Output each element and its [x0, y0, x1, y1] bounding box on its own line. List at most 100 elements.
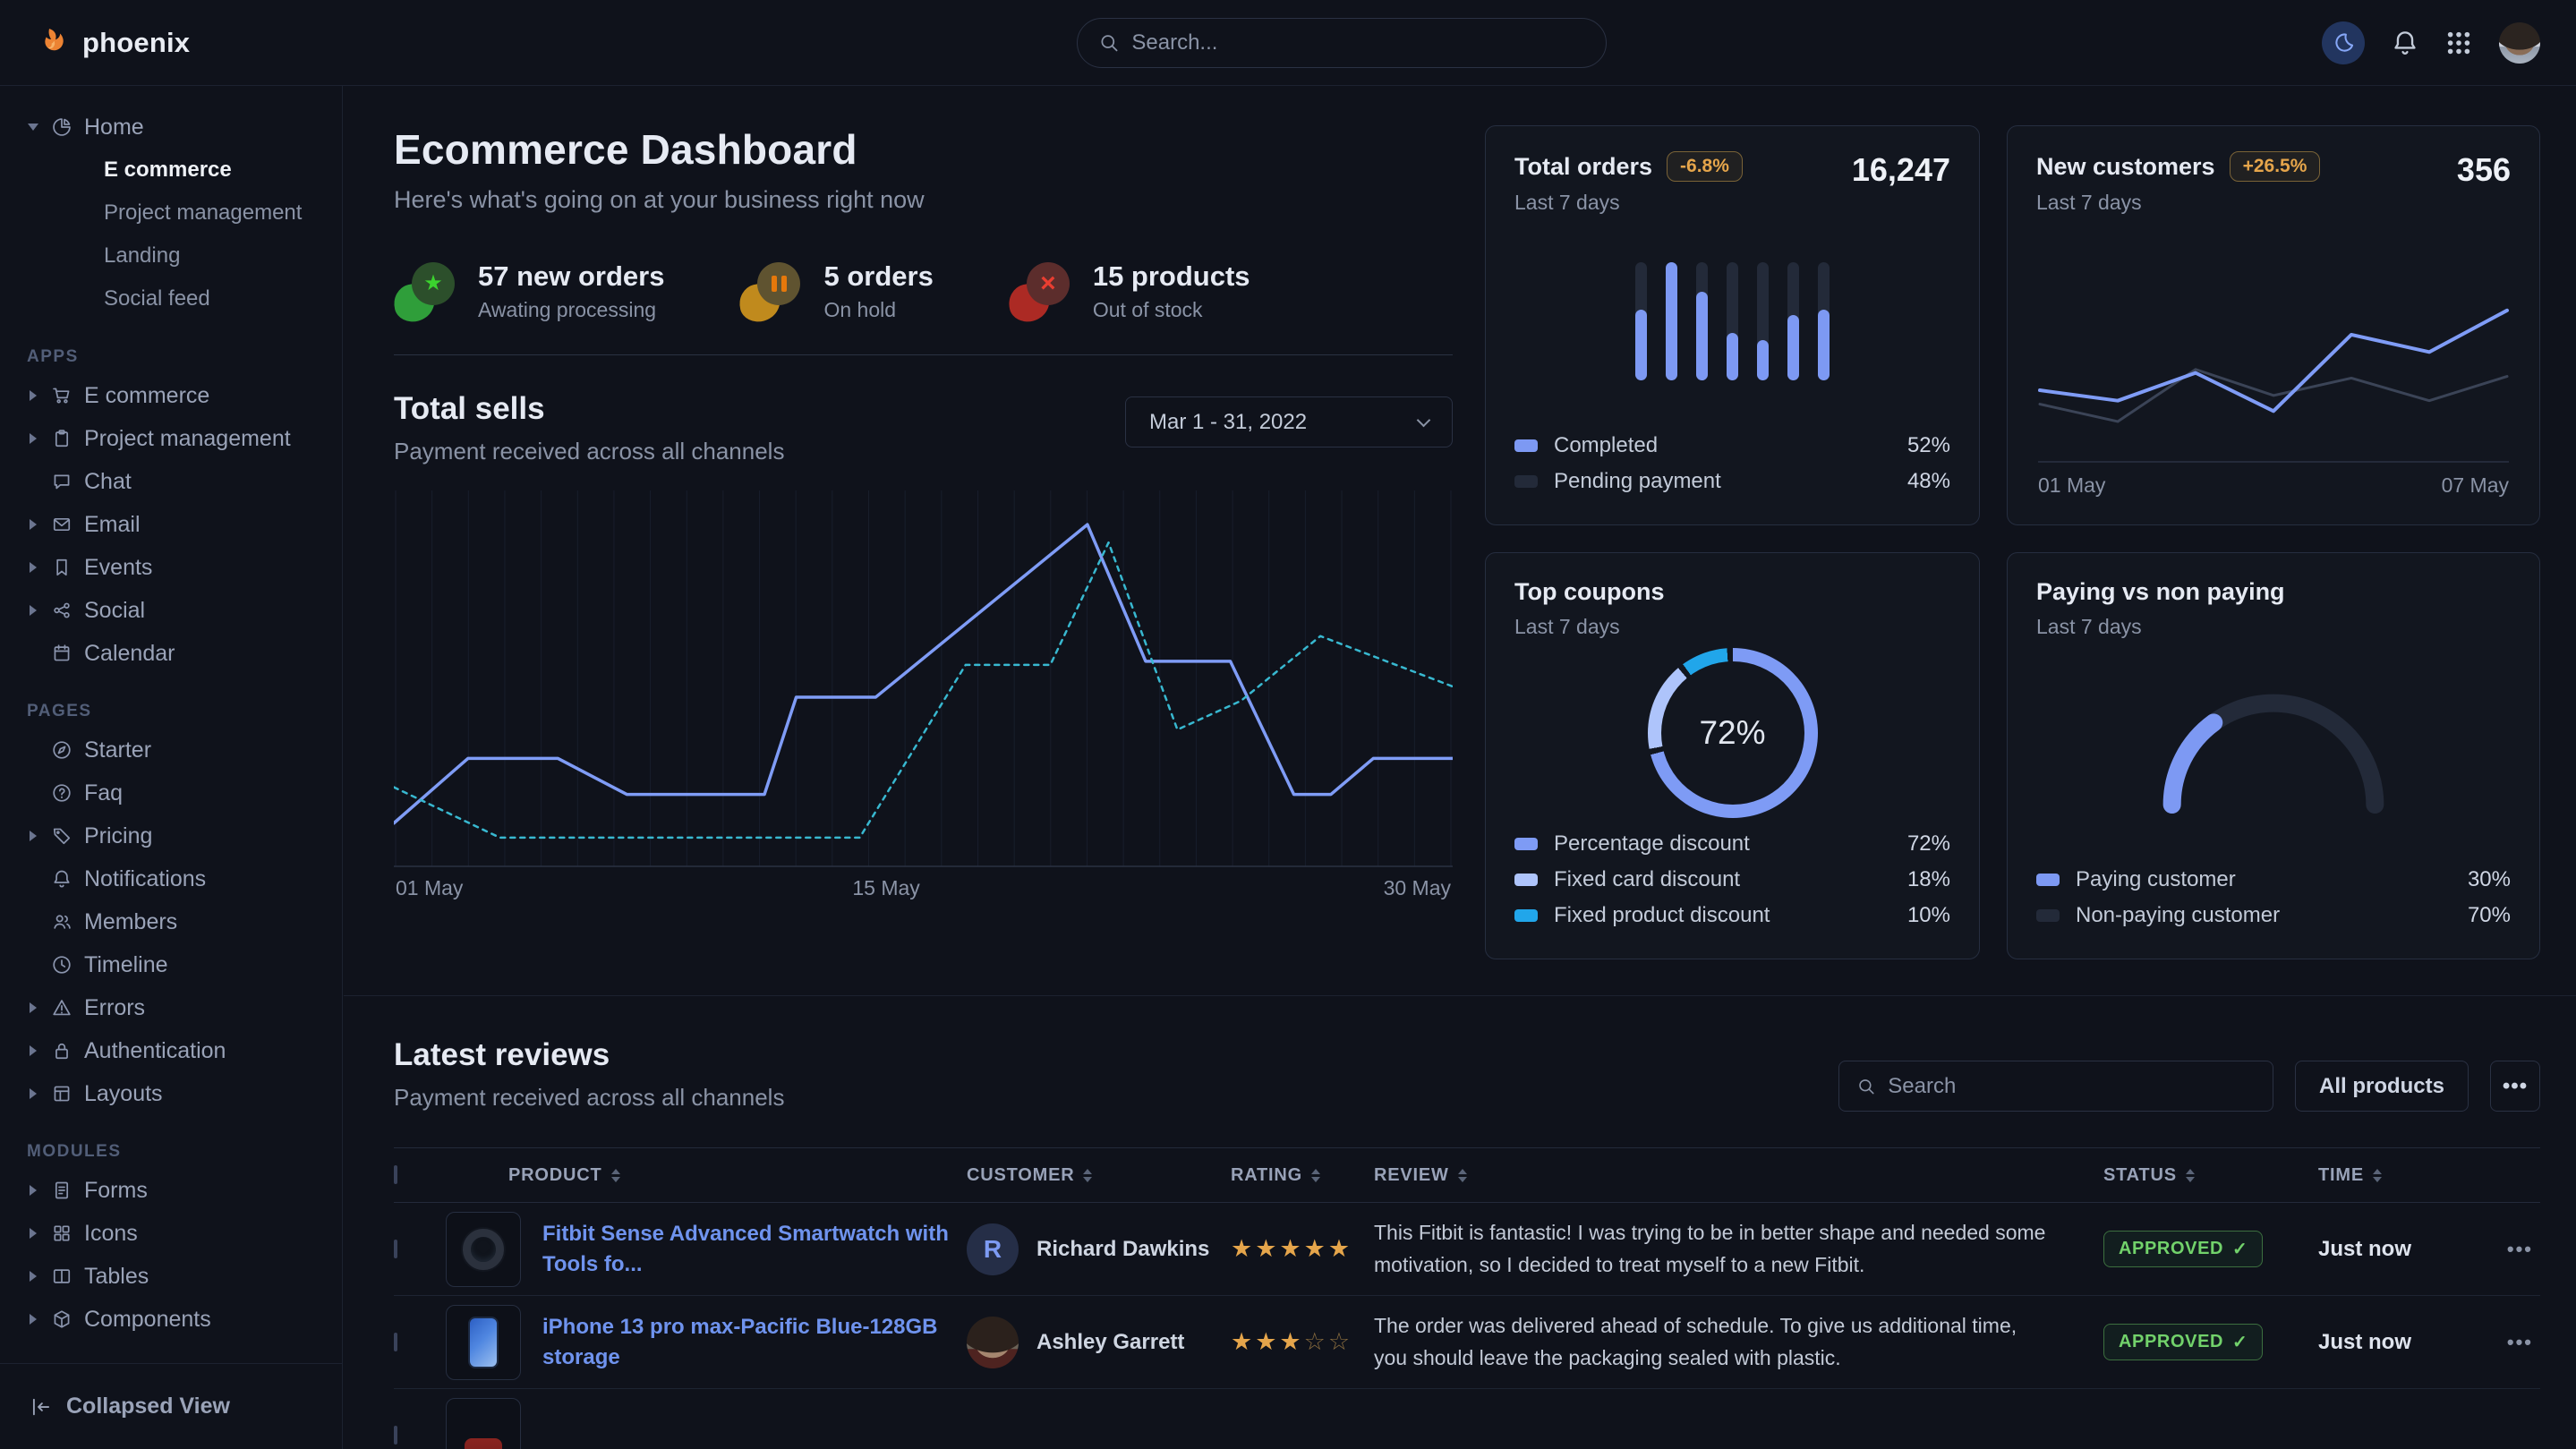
sidebar-item-project-management[interactable]: Project management [0, 417, 342, 460]
apps-grid-button[interactable] [2445, 30, 2472, 56]
product-thumbnail [446, 1305, 521, 1380]
reviews-search[interactable] [1838, 1061, 2273, 1112]
sidebar-nav: HomeE commerceProject managementLandingS… [0, 106, 342, 1341]
sidebar-item-label: Layouts [84, 1081, 163, 1107]
latest-reviews-section: Latest reviews Payment received across a… [394, 1037, 2540, 1449]
row-checkbox[interactable] [394, 1240, 397, 1258]
file-icon [52, 1181, 72, 1200]
select-all-checkbox[interactable] [394, 1165, 397, 1184]
stat-warning-icon [739, 262, 800, 321]
sidebar-item-label: Pricing [84, 823, 152, 849]
row-checkbox[interactable] [394, 1426, 397, 1445]
moon-icon [2332, 31, 2355, 55]
column-header-review[interactable]: REVIEW [1374, 1165, 2103, 1186]
customer-name: Ashley Garrett [1036, 1330, 1184, 1355]
column-header-status[interactable]: STATUS [2103, 1165, 2318, 1186]
sidebar-item-errors[interactable]: Errors [0, 986, 342, 1029]
brand-logo[interactable]: phoenix [36, 25, 190, 61]
row-actions-button[interactable]: ••• [2470, 1331, 2540, 1354]
legend-row: Percentage discount72% [1514, 826, 1950, 862]
row-actions-button[interactable]: ••• [2470, 1238, 2540, 1261]
sidebar-item-chat[interactable]: Chat [0, 460, 342, 503]
all-products-filter-button[interactable]: All products [2295, 1061, 2469, 1112]
sidebar-item-calendar[interactable]: Calendar [0, 632, 342, 675]
caret-right-icon [27, 1185, 39, 1196]
row-checkbox[interactable] [394, 1333, 397, 1351]
delta-badge: +26.5% [2230, 151, 2321, 182]
coupons-legend: Percentage discount72%Fixed card discoun… [1514, 826, 1950, 933]
total-sells-subtitle: Payment received across all channels [394, 438, 784, 465]
card-value: 16,247 [1852, 151, 1950, 189]
users-icon [52, 912, 72, 932]
user-avatar[interactable] [2499, 22, 2540, 64]
bell-icon [52, 869, 72, 889]
sidebar-item-home[interactable]: Home [0, 106, 342, 149]
global-search[interactable] [1077, 18, 1607, 68]
sidebar-item-components[interactable]: Components [0, 1298, 342, 1341]
sidebar-subitem-landing[interactable]: Landing [0, 234, 342, 277]
sidebar-item-forms[interactable]: Forms [0, 1169, 342, 1212]
sidebar-item-members[interactable]: Members [0, 900, 342, 943]
sidebar-section-label: PAGES [27, 702, 342, 721]
tag-icon [52, 826, 72, 846]
sidebar-item-starter[interactable]: Starter [0, 729, 342, 771]
smartwatch-image [463, 1229, 504, 1270]
sidebar-subitem-project-management[interactable]: Project management [0, 192, 342, 234]
product-thumbnail [446, 1398, 521, 1449]
phoenix-flame-icon [36, 25, 72, 61]
notifications-button[interactable] [2392, 30, 2418, 56]
sort-icon [1458, 1169, 1467, 1182]
legend-swatch [1514, 838, 1538, 850]
x-icon: × [1040, 270, 1056, 297]
reviews-title: Latest reviews [394, 1037, 784, 1073]
sidebar-item-icons[interactable]: Icons [0, 1212, 342, 1255]
sidebar-subitem-social-feed[interactable]: Social feed [0, 277, 342, 320]
sidebar-item-label: Email [84, 512, 141, 538]
reviews-more-button[interactable]: ••• [2490, 1061, 2540, 1112]
legend-value: 52% [1907, 433, 1950, 458]
sidebar-section-label: APPS [27, 347, 342, 367]
global-search-input[interactable] [1131, 30, 1584, 55]
star-icon: ★ [423, 273, 443, 294]
status-badge: APPROVED ✓ [2103, 1231, 2263, 1267]
date-range-select[interactable]: Mar 1 - 31, 2022 [1125, 396, 1453, 447]
dark-mode-toggle[interactable] [2322, 21, 2365, 64]
column-header-product[interactable]: PRODUCT [446, 1165, 967, 1186]
apps-grid-icon [2445, 30, 2472, 56]
order-bar-fill [1727, 333, 1738, 380]
sidebar-item-tables[interactable]: Tables [0, 1255, 342, 1298]
collapse-sidebar-button[interactable]: Collapsed View [0, 1363, 342, 1449]
product-link[interactable]: iPhone 13 pro max-Pacific Blue-128GB sto… [542, 1312, 967, 1372]
sidebar-item-authentication[interactable]: Authentication [0, 1029, 342, 1072]
sidebar-item-label: Tables [84, 1264, 149, 1290]
sidebar-item-events[interactable]: Events [0, 546, 342, 589]
stat-value: 57 new orders [478, 260, 664, 293]
column-header-time[interactable]: TIME [2318, 1165, 2470, 1186]
sidebar-item-social[interactable]: Social [0, 589, 342, 632]
sidebar-item-timeline[interactable]: Timeline [0, 943, 342, 986]
table-row [394, 1389, 2540, 1449]
sidebar-subitem-e-commerce[interactable]: E commerce [0, 149, 342, 192]
sidebar-item-notifications[interactable]: Notifications [0, 857, 342, 900]
column-label: STATUS [2103, 1165, 2177, 1186]
product-link[interactable]: Fitbit Sense Advanced Smartwatch with To… [542, 1219, 967, 1279]
header-select-cell [394, 1167, 446, 1183]
legend-swatch [1514, 439, 1538, 452]
sort-icon [1311, 1169, 1320, 1182]
column-header-rating[interactable]: RATING [1231, 1165, 1374, 1186]
sidebar-item-pricing[interactable]: Pricing [0, 814, 342, 857]
pause-icon [772, 276, 787, 292]
column-header-customer[interactable]: CUSTOMER [967, 1165, 1231, 1186]
reviews-search-input[interactable] [1888, 1074, 2255, 1099]
stat-text: 5 ordersOn hold [823, 260, 933, 322]
sidebar-item-email[interactable]: Email [0, 503, 342, 546]
main-content: Ecommerce Dashboard Here's what's going … [344, 86, 2576, 1449]
app-window: phoenix [0, 0, 2576, 1449]
sidebar-item-layouts[interactable]: Layouts [0, 1072, 342, 1115]
sidebar-item-label: Timeline [84, 952, 168, 978]
sidebar-item-e-commerce[interactable]: E commerce [0, 374, 342, 417]
bookmark-icon [52, 558, 72, 577]
sidebar-item-faq[interactable]: Faq [0, 771, 342, 814]
legend-label: Non-paying customer [2076, 903, 2280, 928]
clock-icon [52, 955, 72, 975]
